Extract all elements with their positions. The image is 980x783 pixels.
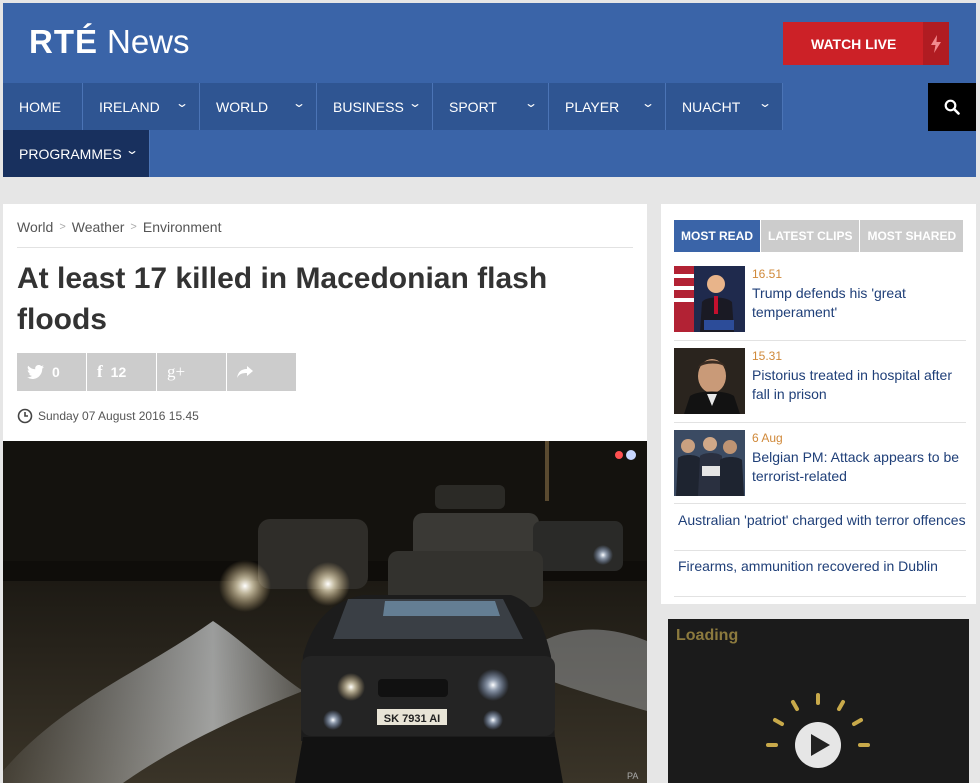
plain-story-item[interactable]: Firearms, ammunition recovered in Dublin <box>678 558 966 574</box>
chevron-right-icon: > <box>59 221 66 233</box>
story-divider <box>674 596 966 597</box>
breadcrumb-world[interactable]: World <box>17 219 53 235</box>
lightning-icon <box>923 22 949 65</box>
nav-row-2: PROGRAMMES ⌄ <box>3 130 783 177</box>
photo-credit: PA <box>627 771 638 781</box>
story-title[interactable]: Pistorius treated in hospital after fall… <box>752 366 964 404</box>
nav-item-label: PLAYER <box>565 98 620 115</box>
facebook-share-button[interactable]: f 12 <box>87 353 156 391</box>
tab-most-read[interactable]: MOST READ <box>674 220 760 252</box>
nav-item-label: WORLD <box>216 98 269 115</box>
story-text: 6 Aug Belgian PM: Attack appears to be t… <box>752 430 964 496</box>
article-photo[interactable]: SK 7931 AI PA <box>3 441 647 783</box>
chevron-down-icon: ⌄ <box>757 96 773 110</box>
nav-item-label: BUSINESS <box>333 98 404 115</box>
site-header: RTÉ News WATCH LIVE HOME IRELAND ⌄ WORLD… <box>3 3 976 177</box>
nav-item-nuacht[interactable]: NUACHT ⌄ <box>666 83 783 130</box>
story-divider <box>674 550 966 551</box>
chevron-down-icon: ⌄ <box>124 143 140 157</box>
breadcrumb-divider <box>17 247 633 248</box>
nav-item-programmes[interactable]: PROGRAMMES ⌄ <box>3 130 150 177</box>
logo-news-text: News <box>107 23 190 60</box>
license-plate: SK 7931 AI <box>384 713 440 725</box>
twitter-icon <box>27 365 44 379</box>
google-plus-icon: g+ <box>167 362 186 381</box>
twitter-share-button[interactable]: 0 <box>17 353 86 391</box>
share-buttons: 0 f 12 g+ <box>17 353 296 391</box>
article-date-text: Sunday 07 August 2016 15.45 <box>38 409 199 423</box>
article-date: Sunday 07 August 2016 15.45 <box>17 408 199 424</box>
chevron-down-icon: ⌄ <box>174 96 190 110</box>
rte-news-logo[interactable]: RTÉ News <box>29 23 190 61</box>
story-divider <box>674 340 966 341</box>
story-thumbnail <box>674 348 745 414</box>
facebook-icon: f <box>97 362 103 381</box>
story-time: 6 Aug <box>752 431 783 445</box>
sidebar-tabs: MOST READ LATEST CLIPS MOST SHARED <box>674 220 964 252</box>
play-icon[interactable] <box>668 619 969 783</box>
story-text: 15.31 Pistorius treated in hospital afte… <box>752 348 964 414</box>
clock-icon <box>17 408 33 424</box>
story-thumbnail <box>674 266 745 332</box>
nav-item-ireland[interactable]: IRELAND ⌄ <box>83 83 200 130</box>
story-time: 15.31 <box>752 349 783 363</box>
story-divider <box>674 503 966 504</box>
logo-rte-text: RTÉ <box>29 23 98 60</box>
chevron-down-icon: ⌄ <box>291 96 307 110</box>
watch-live-label: WATCH LIVE <box>811 35 897 52</box>
article-headline: At least 17 killed in Macedonian flash f… <box>17 262 548 336</box>
breadcrumb: World > Weather > Environment <box>17 219 221 235</box>
twitter-share-count: 0 <box>52 364 60 380</box>
watch-live-button[interactable]: WATCH LIVE <box>783 22 949 65</box>
nav-item-label: HOME <box>19 98 61 115</box>
facebook-share-count: 12 <box>110 364 127 380</box>
chevron-down-icon: ⌄ <box>407 96 423 110</box>
nav-item-sport[interactable]: SPORT ⌄ <box>433 83 549 130</box>
more-share-button[interactable] <box>227 353 296 391</box>
search-icon <box>944 99 960 115</box>
nav-item-label: PROGRAMMES <box>19 145 122 162</box>
tab-latest-clips[interactable]: LATEST CLIPS <box>761 220 860 252</box>
nav-item-home[interactable]: HOME <box>3 83 83 130</box>
share-arrow-icon <box>237 366 253 378</box>
story-time: 16.51 <box>752 267 783 281</box>
nav-item-business[interactable]: BUSINESS ⌄ <box>317 83 433 130</box>
nav-item-world[interactable]: WORLD ⌄ <box>200 83 317 130</box>
nav-item-label: IRELAND <box>99 98 160 115</box>
search-button[interactable] <box>928 83 976 131</box>
chevron-down-icon: ⌄ <box>523 96 539 110</box>
chevron-down-icon: ⌄ <box>640 96 656 110</box>
story-divider <box>674 422 966 423</box>
story-item[interactable]: 16.51 Trump defends his 'great temperame… <box>674 266 964 332</box>
story-thumbnail <box>674 430 745 496</box>
google-plus-share-button[interactable]: g+ <box>157 353 226 391</box>
video-player[interactable]: Loading <box>668 619 969 783</box>
article: World > Weather > Environment At least 1… <box>3 204 647 783</box>
story-title[interactable]: Belgian PM: Attack appears to be terrori… <box>752 448 964 486</box>
story-item[interactable]: 15.31 Pistorius treated in hospital afte… <box>674 348 964 414</box>
breadcrumb-environment[interactable]: Environment <box>143 219 222 235</box>
plain-story-item[interactable]: Australian 'patriot' charged with terror… <box>678 512 966 528</box>
nav-item-player[interactable]: PLAYER ⌄ <box>549 83 666 130</box>
breadcrumb-weather[interactable]: Weather <box>72 219 125 235</box>
story-title[interactable]: Trump defends his 'great temperament' <box>752 284 964 322</box>
nav-item-label: NUACHT <box>682 98 741 115</box>
nav-row-1: HOME IRELAND ⌄ WORLD ⌄ BUSINESS ⌄ SPORT … <box>3 83 783 130</box>
tab-most-shared[interactable]: MOST SHARED <box>860 220 964 252</box>
sidebar-most-read: MOST READ LATEST CLIPS MOST SHARED 16.51… <box>661 204 976 604</box>
main-nav: HOME IRELAND ⌄ WORLD ⌄ BUSINESS ⌄ SPORT … <box>3 83 783 177</box>
chevron-right-icon: > <box>130 221 137 233</box>
story-item[interactable]: 6 Aug Belgian PM: Attack appears to be t… <box>674 430 964 496</box>
story-text: 16.51 Trump defends his 'great temperame… <box>752 266 964 332</box>
nav-item-label: SPORT <box>449 98 497 115</box>
